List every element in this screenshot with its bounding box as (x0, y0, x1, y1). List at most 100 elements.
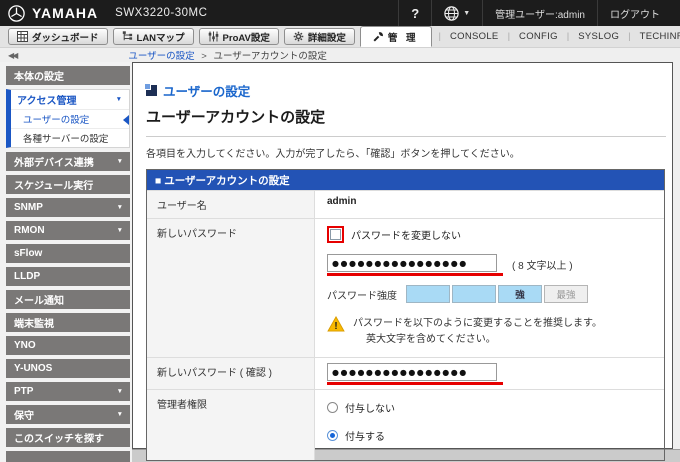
sidebar-item-ptp[interactable]: PTP ▼ (6, 382, 130, 401)
warning-line1: パスワードを以下のように変更することを推奨します。 (353, 318, 602, 329)
tab-detailed-settings[interactable]: 詳細設定 (283, 28, 355, 45)
sidebar-item-user-settings[interactable]: ユーザーの設定 (11, 109, 129, 128)
chevron-down-icon: ▼ (463, 9, 471, 17)
annotation-red-underline (327, 382, 503, 385)
warning-line2: 英大文字を含めてください。 (366, 333, 496, 345)
active-page-pointer-icon (123, 114, 129, 125)
top-bar: YAMAHA SWX3220-30MC ? ▼ 管理ユーザー:admin ログア… (0, 0, 680, 26)
warning-icon: ! (327, 315, 345, 335)
admin-rights-label: 管理者権限 (147, 390, 315, 460)
sidebar-item-device-settings[interactable]: 本体の設定 (6, 66, 130, 85)
top-link-console[interactable]: CONSOLE (448, 31, 501, 42)
keep-password-option: パスワードを変更しない (327, 226, 652, 243)
sidebar-item-access-management-group: アクセス管理 ▼ ユーザーの設定 各種サーバーの設定 (6, 89, 130, 148)
new-password-field[interactable] (327, 254, 497, 272)
wrench-icon (373, 31, 384, 42)
chevron-down-icon: ▼ (115, 96, 122, 103)
tab-lan-map[interactable]: LANマップ (112, 28, 194, 45)
tab-dashboard[interactable]: ダッシュボード (8, 28, 108, 45)
section-title: ユーザーの設定 (163, 85, 251, 99)
password-warning: ! パスワードを以下のように変更することを推奨します。 英大文字を含めてください… (327, 315, 652, 347)
lanmap-icon (122, 31, 133, 42)
breadcrumb-current: ユーザーアカウントの設定 (213, 51, 327, 62)
sidebar-item-terminal-monitoring[interactable]: 端末監視 (6, 313, 130, 332)
breadcrumb-separator: > (201, 51, 207, 62)
sidebar-item-partial (6, 451, 130, 462)
chevron-down-icon: ▼ (116, 204, 123, 211)
link-separator: | (628, 30, 631, 42)
proav-icon (208, 31, 219, 42)
tab-management[interactable]: 管 理 (359, 26, 432, 47)
language-globe-button[interactable]: ▼ (431, 0, 482, 26)
radio-label: 付与する (345, 432, 385, 443)
username-value: admin (327, 196, 357, 207)
strength-segment-4: 最強 (544, 285, 588, 303)
annotation-red-box-checkbox (327, 226, 344, 243)
chevron-down-icon: ▼ (116, 388, 123, 395)
strength-segment-2 (452, 285, 496, 303)
logout-button[interactable]: ログアウト (597, 0, 672, 26)
top-link-syslog[interactable]: SYSLOG (576, 31, 621, 42)
radio-option-2: 付与する (327, 428, 652, 443)
help-button[interactable]: ? (398, 0, 431, 26)
confirm-password-field[interactable] (327, 363, 497, 381)
username-label: ユーザー名 (147, 191, 315, 218)
sidebar-item-schedule[interactable]: スケジュール実行 (6, 175, 130, 194)
confirm-password-label: 新しいパスワード ( 確認 ) (147, 358, 315, 389)
link-separator: | (438, 30, 442, 42)
section-icon (144, 83, 157, 96)
sidebar-item-maintenance[interactable]: 保守 ▼ (6, 405, 130, 424)
content-panel: ユーザーの設定 ユーザーアカウントの設定 各項目を入力してください。入力が完了し… (132, 62, 673, 461)
sidebar-item-y-unos[interactable]: Y-UNOS (6, 359, 130, 378)
sidebar-item-external-device[interactable]: 外部デバイス連携 ▼ (6, 152, 130, 171)
yamaha-logo-icon (8, 4, 25, 22)
section-header: ユーザーの設定 (144, 81, 666, 100)
sidebar-item-yno[interactable]: YNO (6, 336, 130, 355)
tab-proav-settings[interactable]: ProAV設定 (198, 28, 279, 45)
password-strength-label: パスワード強度 (327, 290, 397, 302)
chevron-down-icon: ▼ (116, 158, 123, 165)
sidebar-collapse-button[interactable]: ◀◀ (8, 51, 18, 60)
form-table-header: ■ ユーザーアカウントの設定 (147, 170, 664, 190)
keep-password-label: パスワードを変更しない (351, 231, 461, 242)
tab-proav-settings-label: ProAV設定 (222, 32, 270, 44)
svg-text:!: ! (334, 321, 337, 332)
top-links: | CONSOLE | CONFIG | SYSLOG | TECHINFO (432, 25, 680, 47)
tab-dashboard-label: ダッシュボード (32, 32, 99, 44)
sidebar-item-mail-notification[interactable]: メール通知 (6, 290, 130, 309)
radio-button[interactable] (327, 402, 338, 413)
table-row-new-password: 新しいパスワード パスワードを変更しない ( 8 文字以上 ) (147, 218, 664, 357)
sidebar: 本体の設定 アクセス管理 ▼ ユーザーの設定 各種サーバーの設定 外部デバイス連携 ▼ スケジ… (0, 62, 132, 462)
top-link-config[interactable]: CONFIG (517, 31, 560, 42)
user-account-form: ■ ユーザーアカウントの設定 ユーザー名 admin 新しいパスワード パスワー… (146, 169, 665, 461)
sidebar-item-snmp[interactable]: SNMP ▼ (6, 198, 130, 217)
breadcrumb-parent-link[interactable]: ユーザーの設定 (128, 51, 194, 62)
sidebar-item-find-this-switch[interactable]: このスイッチを探す (6, 428, 130, 447)
chevron-down-icon: ▼ (116, 227, 123, 234)
top-link-techinfo[interactable]: TECHINFO (638, 31, 680, 42)
instruction-text: 各項目を入力してください。入力が完了したら、「確認」ボタンを押してください。 (146, 149, 520, 160)
table-row-confirm-password: 新しいパスワード ( 確認 ) (147, 357, 664, 389)
top-right-controls: ? ▼ 管理ユーザー:admin ログアウト (398, 0, 672, 26)
breadcrumb-row: ◀◀ ユーザーの設定 > ユーザーアカウントの設定 (0, 48, 680, 62)
sidebar-item-sflow[interactable]: sFlow (6, 244, 130, 263)
tab-detailed-settings-label: 詳細設定 (307, 32, 346, 44)
radio-label: 付与しない (345, 404, 395, 415)
dashboard-icon (17, 31, 28, 42)
sidebar-item-rmon[interactable]: RMON ▼ (6, 221, 130, 240)
password-strength-meter: 強最強 (406, 285, 588, 303)
new-password-label: 新しいパスワード (147, 219, 315, 357)
chevron-down-icon: ▼ (116, 411, 123, 418)
breadcrumb: ユーザーの設定 > ユーザーアカウントの設定 (128, 48, 327, 62)
link-separator: | (507, 30, 511, 42)
brand-area: YAMAHA SWX3220-30MC (8, 4, 207, 22)
radio-button[interactable] (327, 430, 338, 441)
sidebar-item-access-management[interactable]: アクセス管理 ▼ (11, 90, 129, 109)
keep-password-checkbox[interactable] (330, 229, 341, 240)
sidebar-item-server-settings[interactable]: 各種サーバーの設定 (11, 128, 129, 147)
annotation-red-underline (327, 273, 503, 276)
gear-icon (293, 31, 304, 42)
link-separator: | (566, 30, 570, 42)
sidebar-item-lldp[interactable]: LLDP (6, 267, 130, 286)
admin-rights-options: 付与しない 付与する (315, 390, 664, 460)
